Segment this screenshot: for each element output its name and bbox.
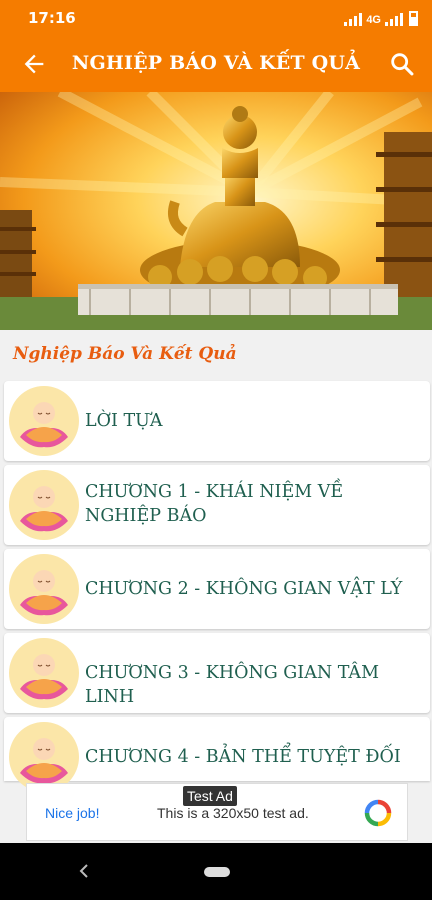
- ad-message: This is a 320x50 test ad.: [157, 805, 309, 821]
- chapter-item-3[interactable]: CHƯƠNG 3 - KHÔNG GIAN TÂM LINH: [4, 633, 430, 713]
- search-icon[interactable]: [388, 50, 416, 78]
- app-bar: NGHIỆP BÁO VÀ KẾT QUẢ: [0, 36, 432, 92]
- battery-icon: [409, 11, 418, 26]
- monk-avatar-icon: [9, 470, 79, 540]
- chapter-label: CHƯƠNG 2 - KHÔNG GIAN VẬT LÝ: [85, 579, 403, 599]
- buddha-banner-image: [0, 92, 432, 330]
- chapter-item-2[interactable]: CHƯƠNG 2 - KHÔNG GIAN VẬT LÝ: [4, 549, 430, 629]
- chapter-item-1[interactable]: CHƯƠNG 1 - KHÁI NIỆM VỀ NGHIỆP BÁO: [4, 465, 430, 545]
- ad-choices-logo-icon[interactable]: [363, 798, 393, 828]
- arrow-back-icon[interactable]: [20, 50, 48, 78]
- ad-nice-text: Nice job!: [45, 805, 100, 821]
- nav-home-pill[interactable]: [204, 867, 230, 877]
- nav-back-icon[interactable]: [78, 863, 90, 879]
- page-title: NGHIỆP BÁO VÀ KẾT QUẢ: [71, 52, 361, 74]
- ad-tag: Test Ad: [183, 786, 237, 806]
- monk-avatar-icon: [9, 386, 79, 456]
- status-bar: 17:16 4G: [0, 0, 432, 36]
- chapter-label: CHƯƠNG 3 - KHÔNG GIAN TÂM LINH: [85, 663, 379, 707]
- section-title: Nghiệp Báo Và Kết Quả: [13, 344, 237, 364]
- monk-avatar-icon: [9, 554, 79, 624]
- network-type: 4G: [366, 14, 381, 26]
- chapter-label: LỜI TỰA: [85, 411, 163, 431]
- system-nav-bar: [0, 843, 432, 900]
- monk-avatar-icon: [9, 638, 79, 708]
- chapter-label: CHƯƠNG 4 - BẢN THỂ TUYỆT ĐỐI: [85, 747, 401, 767]
- signal-icons: 4G: [344, 10, 418, 26]
- chapter-item-intro[interactable]: LỜI TỰA: [4, 381, 430, 461]
- status-time: 17:16: [28, 9, 76, 27]
- chapter-item-4[interactable]: CHƯƠNG 4 - BẢN THỂ TUYỆT ĐỐI: [4, 717, 430, 792]
- chapter-label: CHƯƠNG 1 - KHÁI NIỆM VỀ NGHIỆP BÁO: [85, 482, 344, 526]
